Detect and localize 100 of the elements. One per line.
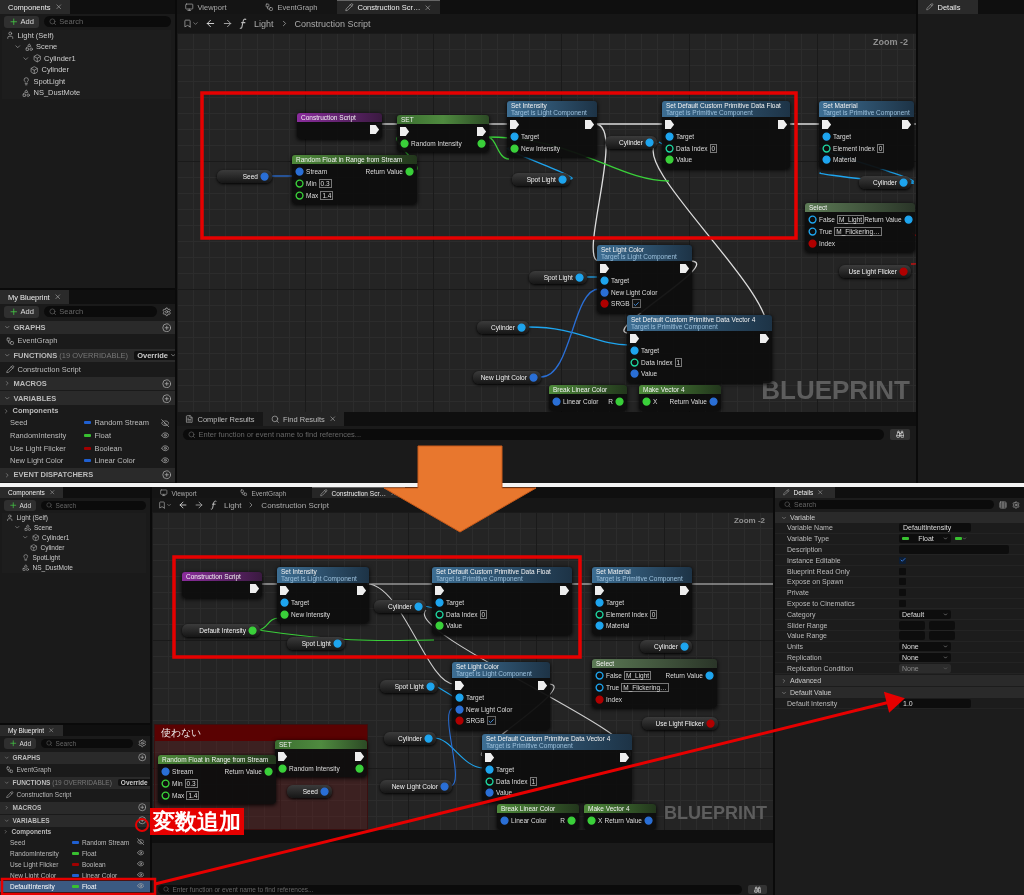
breadcrumb-item[interactable]: Construction Script [294,18,371,29]
pin-icon [413,602,423,612]
exec-pin-icon [901,120,911,130]
pin-icon [161,790,171,800]
eye-closed-icon[interactable] [136,838,144,846]
caret-icon [943,536,948,542]
container-type-dropdown[interactable] [955,536,967,542]
pin-icon [642,397,652,407]
pin-icon [552,397,562,407]
forward-icon[interactable] [222,18,233,29]
breadcrumb-item[interactable]: Construction Script [261,500,329,510]
pin-icon [574,273,584,283]
pin-icon [485,788,495,798]
eye-icon[interactable] [160,443,169,453]
pin-icon [354,764,364,774]
pin-icon [595,694,605,704]
exec-pin-icon [435,586,445,596]
eye-closed-icon[interactable] [160,418,169,428]
add-icon[interactable] [137,803,146,812]
breadcrumb-item[interactable]: Light [254,18,274,29]
bookmark-icon[interactable] [158,501,172,509]
pin-icon [665,132,675,142]
back-icon[interactable] [178,500,188,510]
graph-icon [240,489,248,497]
exec-pin-icon [630,334,640,344]
exec-pin-icon [759,334,769,344]
caret-icon [3,407,10,415]
table-icon[interactable] [999,500,1007,509]
pin-icon [161,767,171,777]
pin-icon [435,598,445,608]
add-icon[interactable] [161,393,171,403]
add-icon[interactable] [161,470,171,480]
bookmark-icon[interactable] [183,19,199,28]
exec-pin-icon [278,752,288,762]
exec-pin-icon [485,753,495,763]
pin-checkbox[interactable] [486,716,496,726]
pin-icon [808,215,818,225]
function-icon [6,790,14,799]
pin-icon [808,238,818,248]
settings-icon[interactable] [137,739,146,748]
pin-icon [500,816,510,826]
function-icon [345,3,354,12]
pin-icon [644,138,654,148]
find-button[interactable] [747,884,767,894]
eye-icon[interactable] [160,431,169,440]
pin-icon [295,178,305,189]
add-icon[interactable] [137,816,146,825]
pin-icon [332,639,342,649]
pencil-icon [926,3,934,11]
checkbox[interactable] [899,556,906,564]
pin-icon [319,787,329,797]
pin-icon [435,609,445,619]
pin-icon [600,287,610,297]
node-wire [787,123,822,125]
pin-icon [439,782,449,792]
eye-icon[interactable] [136,849,144,857]
pencil-icon [783,489,790,496]
zoom-label: Zoom -2 [873,37,908,47]
pin-icon [595,609,605,619]
add-icon[interactable] [161,322,171,333]
pin-icon [476,139,486,149]
exec-pin-icon [249,584,259,594]
forward-icon[interactable] [194,500,204,510]
pin-checkbox[interactable] [631,299,641,309]
pin-icon [528,373,538,383]
pin-icon [630,357,640,367]
light-icon [22,77,31,86]
settings-icon[interactable] [161,307,171,317]
pin-icon [485,765,495,775]
pin-icon [295,190,305,200]
search-icon [163,886,170,893]
add-icon[interactable] [137,753,146,762]
eye-icon[interactable] [136,871,144,879]
pin-icon [600,276,610,286]
scene-icon [23,523,31,532]
find-button[interactable] [889,429,910,440]
pin-icon [247,626,257,636]
pin-icon [903,215,913,225]
pin-icon [587,816,597,826]
pin-icon [898,267,908,277]
document-icon [185,414,194,424]
pin-icon [665,155,675,165]
eye-icon[interactable] [136,860,144,868]
back-icon[interactable] [205,18,216,29]
viewport-icon [185,3,194,12]
search-icon [270,414,280,424]
add-icon[interactable] [161,378,171,389]
pin-icon [822,132,832,142]
pin-icon [614,397,624,407]
breadcrumb-item[interactable]: Light [224,500,242,510]
pin-icon [704,671,714,681]
comment-title: 使わない [161,726,201,740]
pin-icon [600,299,610,309]
search-icon [48,18,57,26]
search-icon [46,740,53,747]
eye-icon[interactable] [136,882,144,890]
settings-icon[interactable] [1012,500,1020,509]
exec-pin-icon [777,120,787,130]
eye-icon[interactable] [160,456,169,465]
node-wire [586,276,600,278]
